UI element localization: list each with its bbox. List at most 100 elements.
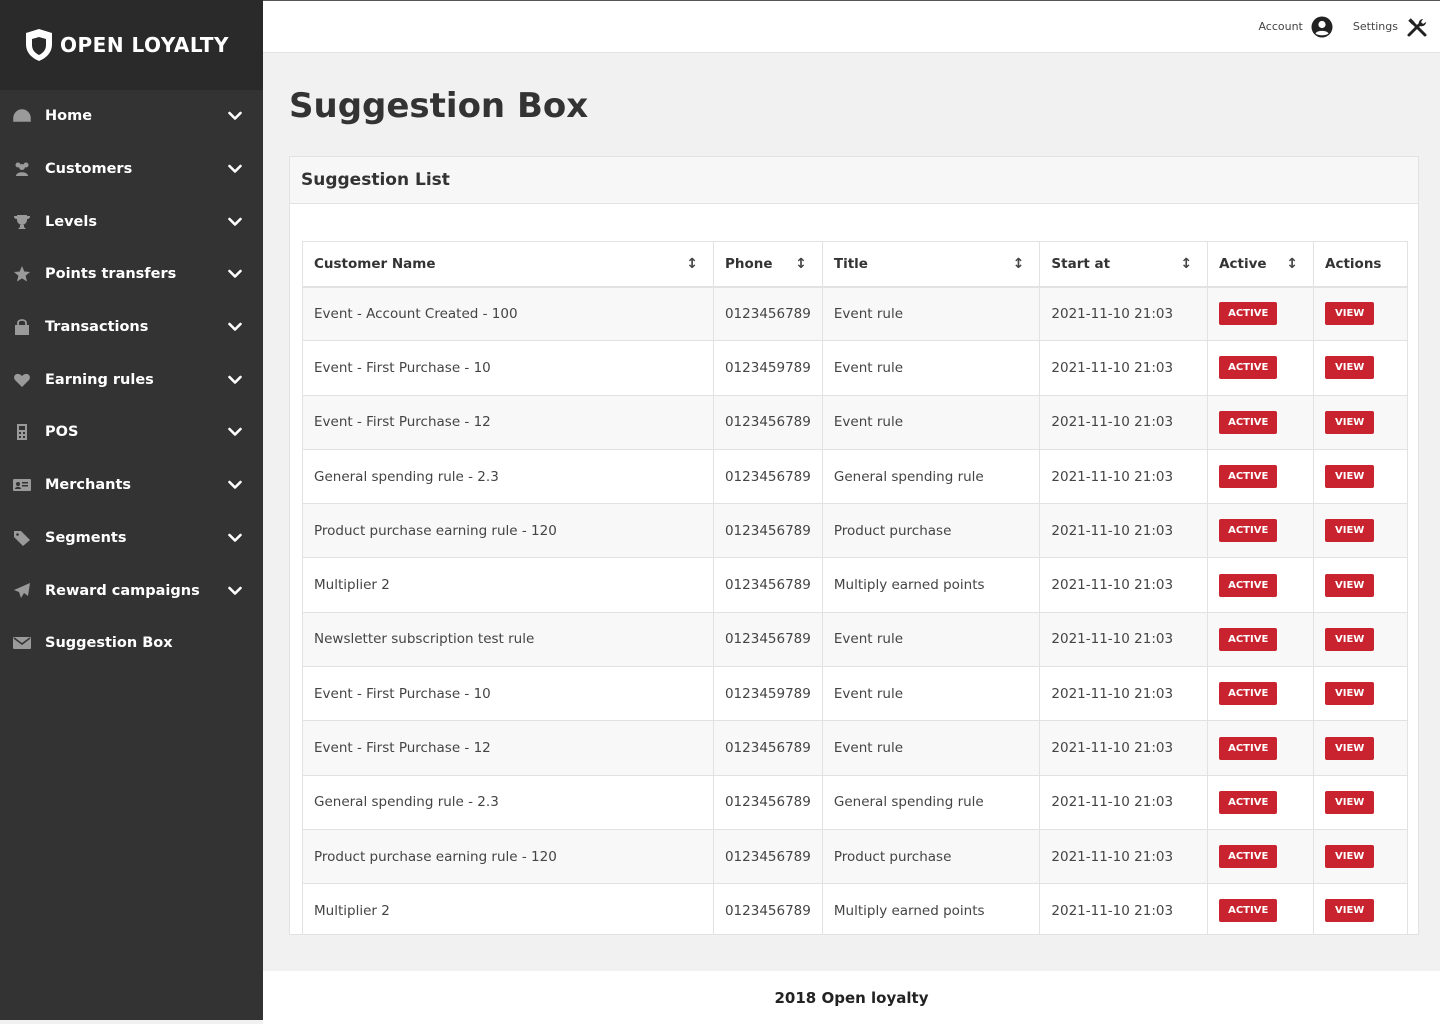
column-header-active[interactable]: Active ↕ [1207, 241, 1315, 288]
active-status-button[interactable]: ACTIVE [1219, 627, 1278, 651]
cell-phone: 0123456789 [712, 394, 823, 450]
cell-active: ACTIVE [1207, 394, 1315, 450]
sort-icon[interactable]: ↕ [1286, 256, 1298, 272]
view-button[interactable]: VIEW [1325, 736, 1375, 760]
active-status-button[interactable]: ACTIVE [1219, 410, 1278, 434]
sidebar-item-label: Levels [45, 213, 97, 230]
chevron-down-icon[interactable] [227, 530, 243, 546]
cell-title: Event rule [821, 666, 1041, 722]
page-title: Suggestion Box [289, 86, 589, 126]
sort-icon[interactable]: ↕ [1180, 256, 1192, 272]
footer-text: 2018 Open loyalty [774, 988, 929, 1007]
settings-link[interactable]: Settings [1353, 16, 1428, 38]
view-button[interactable]: VIEW [1325, 410, 1375, 434]
chevron-down-icon[interactable] [227, 214, 243, 230]
view-button[interactable]: VIEW [1325, 356, 1375, 380]
view-button[interactable]: VIEW [1325, 465, 1375, 489]
sidebar-item-points-transfers[interactable]: Points transfers [0, 248, 263, 301]
account-link[interactable]: Account [1258, 16, 1333, 38]
cell-customer-name: General spending rule - 2.3 [302, 448, 714, 505]
active-status-button[interactable]: ACTIVE [1219, 519, 1278, 543]
brand-name: OPEN LOYALTY [60, 33, 229, 57]
cell-phone: 0123456789 [712, 557, 823, 613]
cell-start-at: 2021-11-10 21:03 [1039, 720, 1209, 776]
sidebar-item-levels[interactable]: Levels [0, 195, 263, 248]
active-status-button[interactable]: ACTIVE [1219, 682, 1278, 706]
shopping-bag-icon [12, 317, 32, 337]
chevron-down-icon[interactable] [227, 583, 243, 599]
cell-actions: VIEW [1313, 503, 1408, 559]
sidebar-item-merchants[interactable]: Merchants [0, 459, 263, 512]
chevron-down-icon[interactable] [227, 424, 243, 440]
column-header-customer-name[interactable]: Customer Name ↕ [302, 241, 714, 288]
view-button[interactable]: VIEW [1325, 682, 1375, 706]
footer: 2018 Open loyalty [263, 971, 1440, 1024]
chevron-down-icon[interactable] [227, 161, 243, 177]
cell-active: ACTIVE [1207, 774, 1315, 830]
tags-icon [12, 528, 32, 548]
cell-actions: VIEW [1313, 883, 1408, 934]
cell-start-at: 2021-11-10 21:03 [1039, 340, 1209, 396]
view-button[interactable]: VIEW [1325, 790, 1375, 814]
active-status-button[interactable]: ACTIVE [1219, 302, 1278, 326]
cell-start-at: 2021-11-10 21:03 [1039, 774, 1209, 830]
view-button[interactable]: VIEW [1325, 627, 1375, 651]
sidebar-item-home[interactable]: Home [0, 90, 263, 143]
table-row: Product purchase earning rule - 120 01234… [302, 503, 1408, 559]
cell-customer-name: Event - First Purchase - 10 [302, 340, 714, 396]
sidebar-item-segments[interactable]: Segments [0, 512, 263, 565]
column-header-title[interactable]: Title ↕ [821, 241, 1041, 288]
view-button[interactable]: VIEW [1325, 845, 1375, 869]
chevron-down-icon[interactable] [227, 319, 243, 335]
cell-customer-name: Multiplier 2 [302, 557, 714, 613]
active-status-button[interactable]: ACTIVE [1219, 736, 1278, 760]
cell-title: Product purchase [821, 503, 1041, 559]
cell-phone: 0123456789 [712, 503, 823, 559]
column-header-phone[interactable]: Phone ↕ [712, 241, 823, 288]
sidebar-item-pos[interactable]: POS [0, 406, 263, 459]
cell-title: Product purchase [821, 828, 1041, 885]
suggestion-table: Customer Name ↕ Phone ↕ Title ↕ Start at ↕ Activ… [302, 241, 1408, 934]
active-status-button[interactable]: ACTIVE [1219, 790, 1278, 814]
sidebar-item-label: Home [45, 108, 93, 125]
sidebar-item-earning-rules[interactable]: Earning rules [0, 353, 263, 406]
cell-phone: 0123456789 [712, 611, 823, 668]
column-header-start-at[interactable]: Start at ↕ [1039, 241, 1209, 288]
cell-actions: VIEW [1313, 720, 1408, 776]
column-header-label: Start at [1051, 255, 1111, 272]
sort-icon[interactable]: ↕ [795, 256, 807, 272]
column-header-label: Actions [1325, 255, 1382, 272]
sort-icon[interactable]: ↕ [686, 256, 698, 272]
chevron-down-icon[interactable] [227, 372, 243, 388]
sidebar: OPEN LOYALTY Home Customers Levels Points t… [0, 0, 263, 1020]
view-button[interactable]: VIEW [1325, 573, 1375, 597]
column-header-label: Active [1219, 255, 1267, 272]
view-button[interactable]: VIEW [1325, 899, 1375, 923]
sidebar-item-customers[interactable]: Customers [0, 143, 263, 196]
active-status-button[interactable]: ACTIVE [1219, 845, 1278, 869]
brand-logo[interactable]: OPEN LOYALTY [0, 0, 263, 90]
view-button[interactable]: VIEW [1325, 302, 1375, 326]
sidebar-item-reward-campaigns[interactable]: Reward campaigns [0, 564, 263, 617]
sort-icon[interactable]: ↕ [1013, 256, 1025, 272]
active-status-button[interactable]: ACTIVE [1219, 465, 1278, 489]
cell-phone: 0123456789 [712, 448, 823, 505]
chevron-down-icon[interactable] [227, 477, 243, 493]
sidebar-item-transactions[interactable]: Transactions [0, 301, 263, 354]
active-status-button[interactable]: ACTIVE [1219, 899, 1278, 923]
active-status-button[interactable]: ACTIVE [1219, 573, 1278, 597]
chevron-down-icon[interactable] [227, 108, 243, 124]
table-row: General spending rule - 2.3 0123456789 Gen… [302, 448, 1408, 505]
pos-terminal-icon [12, 422, 32, 442]
sidebar-item-label: Customers [45, 161, 133, 178]
active-status-button[interactable]: ACTIVE [1219, 356, 1278, 380]
table-row: Newsletter subscription test rule 0123456… [302, 611, 1408, 668]
table-row: Event - First Purchase - 12 0123456789 Eve… [302, 394, 1408, 450]
chevron-down-icon[interactable] [227, 266, 243, 282]
cell-start-at: 2021-11-10 21:03 [1039, 448, 1209, 505]
cell-start-at: 2021-11-10 21:03 [1039, 611, 1209, 668]
view-button[interactable]: VIEW [1325, 519, 1375, 543]
cell-title: General spending rule [821, 448, 1041, 505]
sidebar-item-suggestion-box[interactable]: Suggestion Box [0, 617, 263, 670]
cell-actions: VIEW [1313, 285, 1408, 342]
